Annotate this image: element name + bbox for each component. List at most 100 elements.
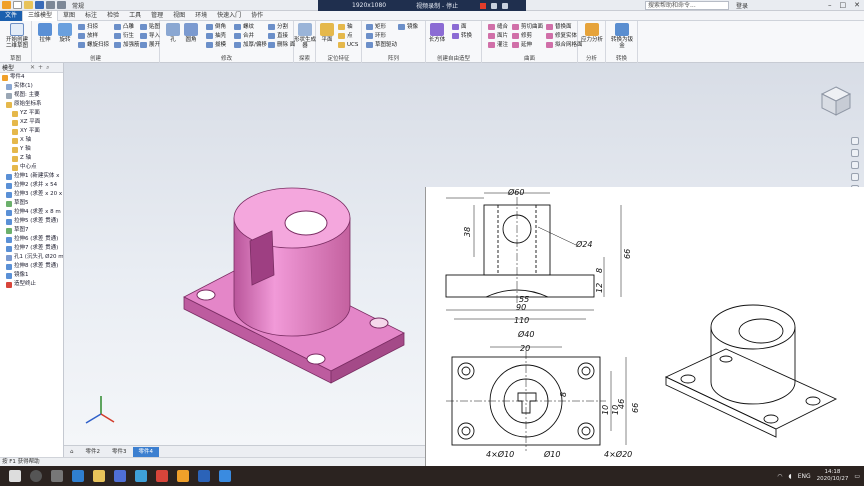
tab-tools[interactable]: 工具 (124, 11, 146, 21)
sweep-button[interactable]: 扫掠 (78, 23, 98, 31)
store-icon[interactable] (114, 470, 126, 482)
convert-to-sheetmetal-button[interactable]: 转换为钣金 (611, 23, 633, 49)
trim-surface-button[interactable]: 剪切曲面 (512, 23, 543, 31)
clock[interactable]: 14:18 2020/10/27 (817, 469, 849, 483)
search-icon[interactable]: ⌕ (46, 64, 49, 72)
split-button[interactable]: 分割 (268, 23, 288, 31)
stress-analysis-button[interactable]: 应力分析 (581, 23, 603, 43)
tab-get-started[interactable]: 快速入门 (212, 11, 246, 21)
decal-button[interactable]: 贴图 (140, 23, 160, 31)
undo-icon[interactable] (46, 1, 55, 9)
fillet-button[interactable]: 圆角 (180, 23, 202, 43)
sculpt-button[interactable]: 灌注 (488, 41, 508, 49)
close-icon[interactable]: ✕ (30, 64, 35, 71)
volume-icon[interactable]: ◖ (789, 473, 792, 480)
tab-environments[interactable]: 环境 (190, 11, 212, 21)
zoom-icon[interactable] (851, 161, 859, 169)
mirror-button[interactable]: 镜像 (398, 23, 418, 31)
tree-item[interactable]: 拉伸1 (新建实体 x (0, 172, 63, 181)
home-icon[interactable]: ⌂ (64, 447, 80, 457)
circular-pattern-button[interactable]: 环形 (366, 32, 386, 40)
stop-record-icon[interactable] (480, 2, 487, 9)
direct-button[interactable]: 直接 (268, 32, 288, 40)
doc-tab-part2[interactable]: 零件2 (80, 447, 107, 457)
edge-browser-icon[interactable] (72, 470, 84, 482)
face-button[interactable]: 面 (452, 23, 467, 31)
extend-button[interactable]: 延伸 (512, 41, 532, 49)
shell-button[interactable]: 抽壳 (206, 32, 226, 40)
stitch-button[interactable]: 缝合 (488, 23, 508, 31)
replace-face-button[interactable]: 替换面 (546, 23, 572, 31)
tab-view[interactable]: 视图 (168, 11, 190, 21)
extrude-button[interactable]: 拉伸 (34, 23, 56, 43)
draft-button[interactable]: 拔模 (206, 41, 226, 49)
doc-tab-part3[interactable]: 零件3 (106, 447, 133, 457)
orbit-icon[interactable] (851, 173, 859, 181)
add-icon[interactable]: + (38, 64, 43, 71)
import-button[interactable]: 导入 (140, 32, 160, 40)
thicken-offset-button[interactable]: 加厚/偏移 (234, 41, 267, 49)
help-search-input[interactable]: 搜索帮助和命令... (645, 1, 729, 10)
tree-item[interactable]: 拉伸8 (求差 贯通) (0, 262, 63, 271)
doc-tab-part4[interactable]: 零件4 (132, 446, 159, 457)
tab-inspect[interactable]: 检验 (102, 11, 124, 21)
recorder-app-icon[interactable] (219, 470, 231, 482)
tab-file[interactable]: 文件 (0, 10, 23, 21)
tree-item[interactable]: 视图: 主要 (0, 91, 63, 100)
viewcube[interactable] (820, 85, 852, 117)
wifi-icon[interactable]: ◠ (777, 473, 782, 480)
tree-item[interactable]: 镜像1 (0, 271, 63, 280)
tree-item[interactable]: 拉伸3 (求差 x 20 x (0, 190, 63, 199)
tree-item[interactable]: X 轴 (0, 136, 63, 145)
open-folder-icon[interactable] (24, 1, 33, 9)
tree-item[interactable]: 拉伸7 (求差 贯通) (0, 244, 63, 253)
combine-button[interactable]: 合并 (234, 32, 254, 40)
repair-bodies-button[interactable]: 修复实体 (546, 32, 577, 40)
chamfer-button[interactable]: 倒角 (206, 23, 226, 31)
tree-item[interactable]: 零件4 (0, 73, 63, 82)
tab-sketch[interactable]: 草图 (58, 11, 80, 21)
plane-button[interactable]: 平面 (316, 23, 338, 43)
tab-3d-model[interactable]: 三维模型 (22, 10, 59, 21)
file-explorer-icon[interactable] (93, 470, 105, 482)
sketch-driven-pattern-button[interactable]: 草图驱动 (366, 41, 397, 49)
redo-icon[interactable] (57, 1, 66, 9)
unwrap-button[interactable]: 展开 (140, 41, 160, 49)
rectangular-pattern-button[interactable]: 矩形 (366, 23, 386, 31)
loft-button[interactable]: 放样 (78, 32, 98, 40)
derive-button[interactable]: 衍生 (114, 32, 134, 40)
trim-button[interactable]: 修剪 (512, 32, 532, 40)
tree-item[interactable]: 草图5 (0, 199, 63, 208)
tree-item[interactable]: 中心点 (0, 163, 63, 172)
maximize-icon[interactable]: □ (840, 1, 847, 9)
ucs-button[interactable]: UCS (338, 41, 358, 49)
tree-item[interactable]: 拉伸4 (求差 x 8 m (0, 208, 63, 217)
media-icon[interactable] (156, 470, 168, 482)
tab-manage[interactable]: 管理 (146, 11, 168, 21)
mail-icon[interactable] (135, 470, 147, 482)
pan-icon[interactable] (851, 149, 859, 157)
tab-annotate[interactable]: 标注 (80, 11, 102, 21)
rib-button[interactable]: 加强筋 (114, 41, 140, 49)
start-2d-sketch-button[interactable]: 开始创建二维草图 (4, 23, 30, 49)
delete-face-button[interactable]: 删除 面 (268, 41, 295, 49)
tree-item[interactable]: Y 轴 (0, 145, 63, 154)
tree-item[interactable]: 实体(1) (0, 82, 63, 91)
tree-item[interactable]: 拉伸6 (求差 贯通) (0, 235, 63, 244)
start-icon[interactable] (9, 470, 21, 482)
pen-icon[interactable] (502, 2, 509, 9)
tree-item[interactable]: Z 轴 (0, 154, 63, 163)
save-icon[interactable] (35, 1, 44, 9)
revolve-button[interactable]: 旋转 (54, 23, 76, 43)
word-icon[interactable] (198, 470, 210, 482)
tab-collaborate[interactable]: 协作 (246, 11, 268, 21)
tree-item[interactable]: 拉伸5 (求差 贯通) (0, 217, 63, 226)
steering-wheel-icon[interactable] (851, 137, 859, 145)
tree-item[interactable]: XZ 平面 (0, 118, 63, 127)
coil-button[interactable]: 螺旋扫掠 (78, 41, 109, 49)
signin-link[interactable]: 登录 (736, 1, 748, 10)
point-button[interactable]: 点 (338, 32, 353, 40)
tree-item[interactable]: 拉伸2 (求并 x 54 (0, 181, 63, 190)
notification-icon[interactable]: ▭ (854, 473, 860, 480)
task-view-icon[interactable] (51, 470, 63, 482)
